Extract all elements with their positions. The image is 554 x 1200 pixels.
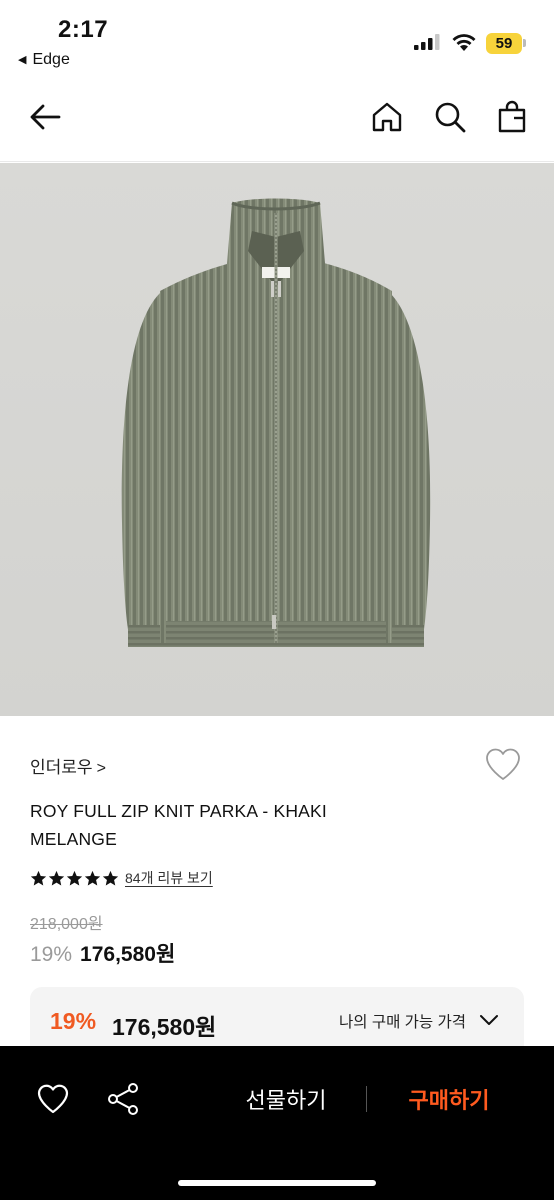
status-time: 2:17 <box>58 16 109 43</box>
my-price-label: 나의 구매 가능 가격 <box>339 1014 466 1031</box>
brand-chevron-icon: > <box>96 760 106 777</box>
rating-stars <box>30 870 119 887</box>
home-icon[interactable] <box>370 100 404 134</box>
nav-bar <box>0 80 554 162</box>
back-triangle-icon: ◀ <box>18 54 27 66</box>
back-to-app-link[interactable]: ◀ Edge <box>18 51 70 69</box>
home-indicator <box>178 1180 376 1186</box>
original-price: 218,000원 <box>30 916 103 933</box>
product-image[interactable] <box>0 163 554 716</box>
star-icon <box>48 870 65 885</box>
battery-nub <box>523 39 526 47</box>
product-title: ROY FULL ZIP KNIT PARKA - KHAKI MELANGE <box>30 801 327 849</box>
brand-name: 인더로우 <box>30 758 93 777</box>
star-icon <box>84 870 101 885</box>
back-app-label: Edge <box>32 51 70 68</box>
status-bar: 2:17 ◀ Edge 59 <box>0 0 554 80</box>
gift-button[interactable]: 선물하기 <box>220 1082 352 1116</box>
divider <box>366 1086 367 1112</box>
battery-indicator: 59 <box>486 33 522 54</box>
star-icon <box>30 870 47 885</box>
my-discount-percent: 19% <box>50 1008 97 1034</box>
wifi-icon <box>452 34 476 51</box>
my-price: 176,580원 <box>112 1014 217 1040</box>
shopping-bag-icon[interactable] <box>496 100 530 134</box>
search-icon[interactable] <box>433 100 467 134</box>
knit-cardigan-illustration <box>121 198 431 647</box>
sale-price-row: 19% 176,580원 <box>30 938 175 968</box>
buy-button[interactable]: 구매하기 <box>386 1082 512 1116</box>
bottom-action-bar: 선물하기 구매하기 <box>0 1046 554 1200</box>
star-icon <box>102 870 119 885</box>
review-link[interactable]: 84개 리뷰 보기 <box>125 868 213 888</box>
share-icon[interactable] <box>106 1082 140 1116</box>
back-arrow-icon[interactable] <box>28 100 62 134</box>
wishlist-heart-icon[interactable] <box>484 746 522 782</box>
star-icon <box>66 870 83 885</box>
brand-link[interactable]: 인더로우 > <box>30 753 106 778</box>
heart-icon[interactable] <box>36 1082 70 1116</box>
chevron-down-icon <box>480 1015 498 1025</box>
cellular-signal-icon <box>414 34 440 50</box>
discount-percent: 19% <box>30 943 73 966</box>
rating-row: 84개 리뷰 보기 <box>30 868 213 888</box>
sale-price: 176,580원 <box>80 943 176 966</box>
